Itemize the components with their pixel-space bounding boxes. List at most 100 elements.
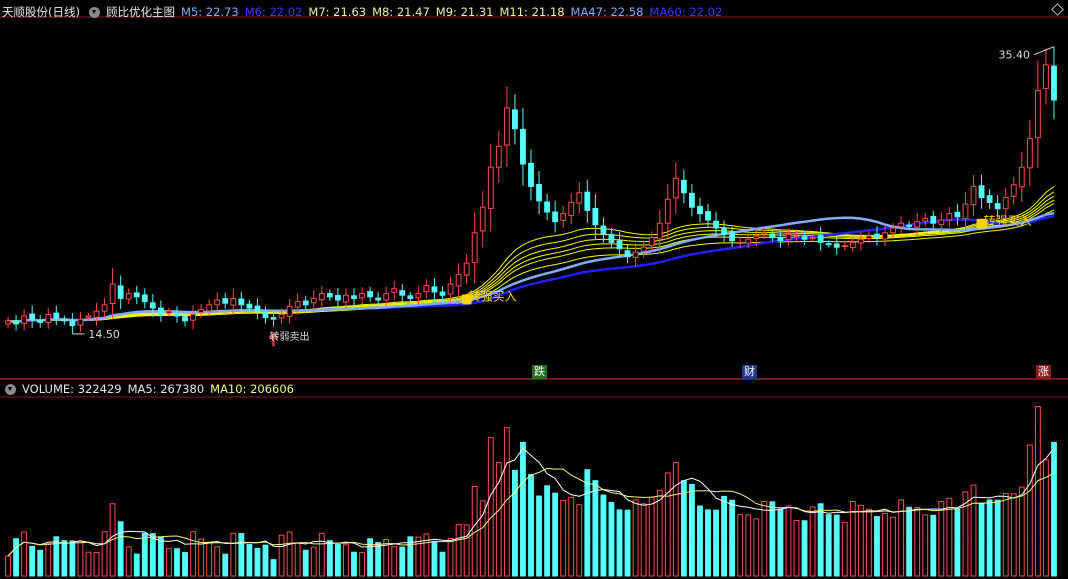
candle[interactable] (29, 313, 36, 320)
candle[interactable] (761, 232, 768, 235)
candle[interactable] (890, 227, 896, 234)
candle[interactable] (922, 217, 929, 222)
candle[interactable] (149, 302, 156, 309)
volume-bar[interactable] (785, 505, 792, 577)
candle[interactable] (431, 286, 438, 293)
volume-bar[interactable] (1018, 486, 1025, 577)
volume-bar[interactable] (922, 514, 929, 577)
volume-bar[interactable] (761, 501, 768, 577)
volume-bar[interactable] (857, 504, 864, 577)
volume-bar[interactable] (576, 504, 583, 577)
volume-bar[interactable] (648, 496, 655, 577)
volume-bar[interactable] (906, 506, 913, 577)
volume-bar[interactable] (729, 499, 736, 577)
candle[interactable] (206, 304, 213, 312)
candle[interactable] (214, 299, 221, 306)
volume-bar[interactable] (254, 547, 261, 577)
volume-bar[interactable] (463, 524, 470, 577)
candle[interactable] (182, 316, 188, 322)
candle[interactable] (938, 219, 945, 225)
volume-bar[interactable] (986, 499, 993, 577)
candle[interactable] (77, 318, 84, 326)
volume-bar[interactable] (616, 509, 623, 577)
stock-chart[interactable]: 35.4014.50转强买入转强买入转弱卖出 (0, 0, 1068, 579)
volume-bar[interactable] (455, 524, 462, 577)
volume-bar[interactable] (5, 555, 11, 577)
stock-name[interactable]: 天顺股份(日线) (2, 3, 80, 21)
volume-bar[interactable] (914, 507, 921, 577)
volume-bar[interactable] (890, 516, 896, 577)
candle[interactable] (174, 312, 180, 317)
candle[interactable] (1026, 137, 1033, 169)
volume-bar[interactable] (793, 519, 800, 577)
candle[interactable] (45, 313, 52, 323)
candle[interactable] (326, 293, 333, 298)
volume-bar[interactable] (391, 546, 398, 577)
volume-bar[interactable] (125, 546, 132, 577)
volume-bar[interactable] (632, 499, 639, 577)
volume-bar[interactable] (222, 553, 229, 577)
candle[interactable] (117, 285, 124, 299)
candle[interactable] (882, 232, 888, 240)
volume-bar[interactable] (841, 521, 848, 577)
volume-bar[interactable] (809, 506, 816, 577)
candle[interactable] (254, 305, 261, 312)
candle[interactable] (1010, 184, 1017, 197)
volume-bar[interactable] (45, 543, 52, 577)
volume-bar[interactable] (399, 546, 406, 577)
candle[interactable] (962, 203, 969, 220)
volume-bar[interactable] (592, 480, 599, 577)
candle[interactable] (680, 179, 687, 194)
candle[interactable] (391, 288, 398, 293)
candle[interactable] (93, 310, 100, 318)
candle[interactable] (560, 213, 567, 221)
volume-bar[interactable] (672, 462, 679, 577)
candle[interactable] (536, 183, 542, 202)
volume-bar[interactable] (697, 505, 703, 577)
volume-bar[interactable] (536, 495, 542, 577)
volume-bar[interactable] (1051, 441, 1057, 577)
event-finance-badge[interactable]: 财 (742, 365, 757, 379)
volume-bar[interactable] (753, 518, 760, 577)
volume-bar[interactable] (278, 534, 285, 577)
candle[interactable] (825, 243, 832, 246)
candle[interactable] (849, 241, 856, 249)
candle[interactable] (69, 320, 76, 327)
volume-bar[interactable] (447, 537, 454, 577)
volume-bar[interactable] (29, 545, 36, 577)
candle[interactable] (624, 250, 631, 258)
volume-bar[interactable] (769, 501, 776, 577)
candle[interactable] (310, 297, 317, 304)
volume-bar[interactable] (930, 514, 937, 577)
volume-bar[interactable] (302, 549, 309, 577)
volume-bar[interactable] (874, 516, 880, 577)
candle[interactable] (230, 297, 237, 306)
volume-bar[interactable] (157, 536, 164, 577)
volume-bar[interactable] (866, 508, 872, 577)
volume-bar[interactable] (568, 496, 575, 577)
indicator-name[interactable]: 顾比优化主图 (106, 3, 175, 21)
candle[interactable] (608, 233, 615, 243)
volume-bar[interactable] (680, 480, 687, 577)
volume-bar[interactable] (198, 538, 205, 577)
volume-bar[interactable] (737, 514, 744, 577)
candle[interactable] (37, 319, 44, 323)
candle[interactable] (238, 298, 245, 306)
candle[interactable] (61, 319, 68, 322)
volume-bar[interactable] (833, 514, 840, 577)
volume-bar[interactable] (777, 508, 784, 577)
candle[interactable] (383, 293, 390, 301)
candle[interactable] (85, 315, 92, 318)
volume-bar[interactable] (101, 531, 108, 577)
candle[interactable] (487, 166, 494, 209)
candle[interactable] (343, 294, 349, 303)
candle[interactable] (809, 237, 816, 240)
candle[interactable] (495, 145, 502, 168)
volume-bar[interactable] (954, 508, 961, 577)
candle[interactable] (713, 220, 719, 229)
candle[interactable] (632, 251, 639, 258)
volume-bar[interactable] (946, 497, 953, 577)
event-fall-badge[interactable]: 跌 (532, 365, 547, 379)
candle[interactable] (745, 238, 752, 244)
candle[interactable] (1043, 64, 1049, 89)
